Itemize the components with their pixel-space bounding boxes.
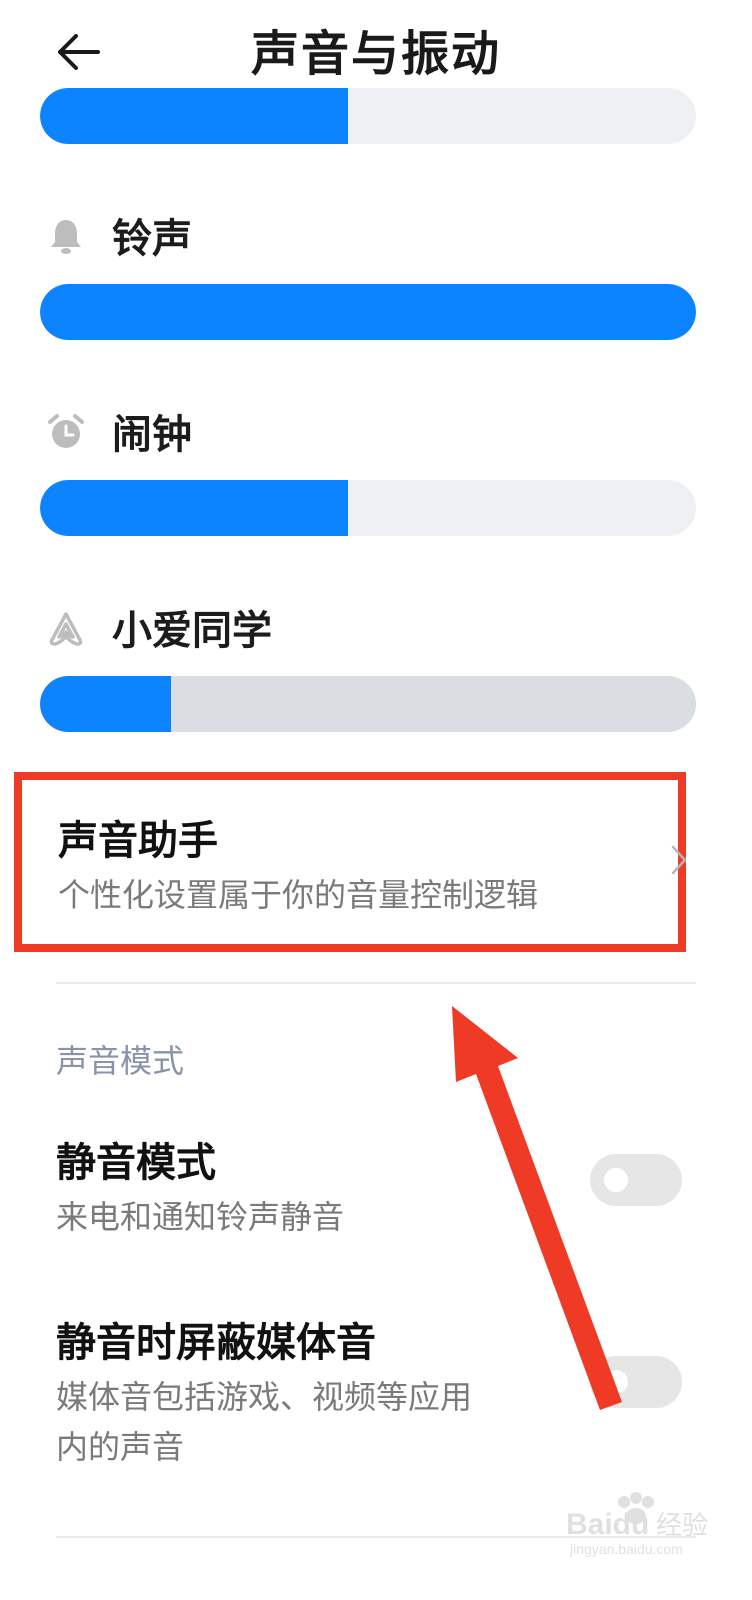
mute-media-title: 静音时屏蔽媒体音 [56, 1320, 376, 1366]
watermark-url: jingyan.baidu.com [569, 1541, 683, 1557]
ringtone-row: 铃声 [40, 206, 696, 266]
silent-mode-toggle[interactable] [590, 1154, 682, 1206]
silent-mode-title: 静音模式 [56, 1140, 216, 1186]
header: 声音与振动 [0, 0, 752, 100]
watermark-suffix: 经验 [656, 1511, 708, 1541]
page-title: 声音与振动 [250, 26, 501, 82]
xiaoai-label: 小爱同学 [112, 608, 272, 654]
alarm-label: 闹钟 [112, 412, 192, 458]
xiaoai-row: 小爱同学 [40, 598, 696, 658]
chevron-right-icon [671, 845, 687, 875]
alarm-volume-slider[interactable] [40, 480, 696, 536]
media-volume-fill [40, 88, 349, 144]
watermark-logo: Baidu [566, 1508, 649, 1541]
sound-assistant-title: 声音助手 [58, 818, 218, 864]
mute-media-toggle[interactable] [590, 1356, 682, 1408]
xiaoai-icon [49, 612, 83, 646]
media-volume-slider[interactable] [40, 88, 696, 144]
alarm-volume-fill [40, 480, 349, 536]
alarm-row: 闹钟 [40, 402, 696, 462]
section-title-sound-mode: 声音模式 [56, 1042, 185, 1080]
alarm-clock-icon [48, 414, 84, 448]
silent-mode-subtitle: 来电和通知铃声静音 [56, 1198, 345, 1236]
xiaoai-volume-fill [40, 676, 172, 732]
mute-media-subtitle-line1: 媒体音包括游戏、视频等应用 [56, 1378, 473, 1416]
silent-mode-item[interactable]: 静音模式 来电和通知铃声静音 [0, 1120, 752, 1240]
sound-assistant-item[interactable]: 声音助手 个性化设置属于你的音量控制逻辑 [14, 772, 687, 952]
sound-assistant-subtitle: 个性化设置属于你的音量控制逻辑 [58, 876, 539, 914]
baidu-paw-icon: Baidu 经验 jingyan.baidu.com [566, 1492, 708, 1557]
xiaoai-volume-slider[interactable] [40, 676, 696, 732]
ringtone-volume-slider[interactable] [40, 284, 696, 340]
toggle-knob [604, 1168, 628, 1192]
divider [56, 982, 696, 984]
mute-media-subtitle-line2: 内的声音 [56, 1428, 185, 1466]
baidu-jingyan-watermark: Baidu 经验 jingyan.baidu.com [560, 1488, 710, 1558]
bell-icon [51, 220, 81, 254]
toggle-knob [604, 1370, 628, 1394]
mute-media-item[interactable]: 静音时屏蔽媒体音 媒体音包括游戏、视频等应用 内的声音 [0, 1300, 752, 1480]
ringtone-label: 铃声 [112, 216, 192, 262]
ringtone-volume-fill [40, 284, 696, 340]
